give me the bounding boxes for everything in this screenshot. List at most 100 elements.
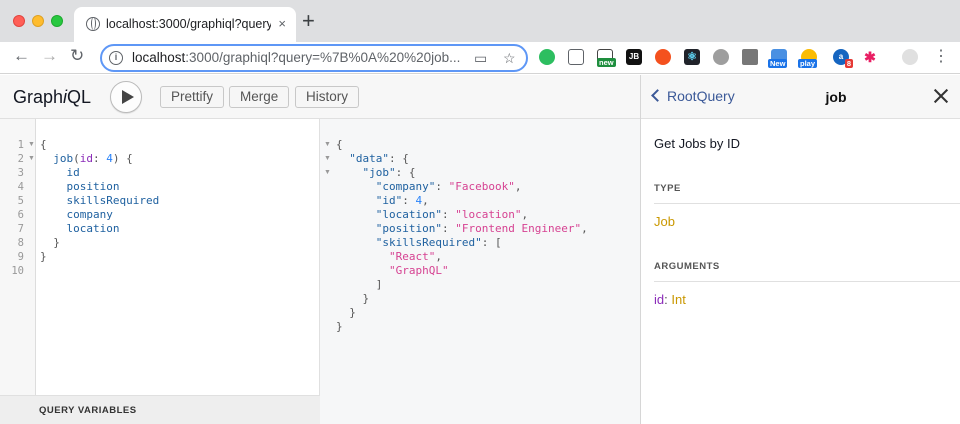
screen-extension-icon[interactable]: new bbox=[597, 49, 616, 67]
code-token: } bbox=[362, 292, 370, 305]
doc-description: Get Jobs by ID bbox=[654, 136, 740, 151]
a-extension-icon[interactable]: a8 bbox=[833, 49, 853, 68]
doc-arguments-divider bbox=[654, 281, 960, 282]
react-devtools-icon[interactable]: ⚛ bbox=[684, 49, 700, 65]
close-window-button[interactable] bbox=[13, 15, 25, 27]
new-tab-button[interactable]: + bbox=[302, 10, 315, 32]
result-line: "GraphQL" bbox=[336, 264, 449, 278]
result-line: "data": { bbox=[336, 152, 409, 166]
fold-arrow-icon[interactable]: ▼ bbox=[324, 138, 331, 152]
fold-arrow-icon[interactable]: ▼ bbox=[324, 166, 331, 180]
evernote-extension-icon[interactable] bbox=[539, 49, 555, 65]
result-line: "location": "location", bbox=[336, 208, 528, 222]
code-token: , bbox=[422, 194, 429, 207]
fold-arrow-icon[interactable]: ▼ bbox=[28, 138, 35, 152]
fold-arrow-icon[interactable]: ▼ bbox=[324, 152, 331, 166]
prettify-button[interactable]: Prettify bbox=[160, 86, 225, 108]
jetbrains-extension-icon[interactable]: JB bbox=[626, 49, 642, 65]
orange-extension-icon[interactable] bbox=[655, 49, 671, 65]
globe-icon bbox=[86, 17, 100, 31]
query-line[interactable]: id bbox=[40, 166, 79, 180]
result-line: "company": "Facebook", bbox=[336, 180, 522, 194]
code-token: ) { bbox=[112, 152, 133, 165]
profile-avatar[interactable] bbox=[902, 49, 918, 65]
code-token: id bbox=[79, 152, 93, 165]
play-extension-icon[interactable]: play bbox=[798, 49, 818, 68]
query-line[interactable]: position bbox=[40, 180, 119, 194]
bookmark-star-icon[interactable]: ☆ bbox=[503, 49, 516, 67]
doc-type-divider bbox=[654, 203, 960, 204]
line-number: 2 bbox=[17, 153, 24, 165]
doc-argument-type-link[interactable]: Int bbox=[671, 292, 685, 307]
browser-tab[interactable]: localhost:3000/graphiql?query × bbox=[74, 7, 296, 42]
query-line[interactable]: company bbox=[40, 208, 112, 222]
line-number: 7 bbox=[17, 223, 24, 235]
forward-arrow-icon[interactable]: → bbox=[41, 46, 58, 66]
result-line: } bbox=[336, 320, 343, 334]
address-bar[interactable]: i localhost:3000/graphiql?query=%7B%0A%2… bbox=[100, 44, 528, 72]
query-line[interactable]: } bbox=[40, 236, 60, 250]
code-token: "location" bbox=[375, 208, 442, 221]
result-line: } bbox=[336, 292, 370, 306]
doc-argument: id: Int bbox=[654, 292, 686, 307]
query-line[interactable]: { bbox=[40, 138, 47, 152]
code-token: "company" bbox=[375, 180, 436, 193]
doc-type-link[interactable]: Job bbox=[654, 214, 675, 229]
close-icon[interactable] bbox=[933, 88, 949, 104]
code-token: , bbox=[514, 180, 522, 193]
code-token: "Frontend Engineer" bbox=[455, 222, 582, 235]
site-info-icon[interactable]: i bbox=[109, 51, 123, 65]
line-number: 10 bbox=[11, 265, 24, 277]
query-line[interactable]: job(id: 4) { bbox=[40, 152, 133, 166]
result-line: "position": "Frontend Engineer", bbox=[336, 222, 588, 236]
graphiql-logo: GraphiQL bbox=[13, 87, 92, 107]
execute-query-button[interactable] bbox=[110, 81, 142, 113]
tab-title: localhost:3000/graphiql?query bbox=[106, 17, 271, 31]
maximize-window-button[interactable] bbox=[51, 15, 63, 27]
pocket-extension-icon[interactable] bbox=[568, 49, 584, 65]
query-line[interactable]: } bbox=[40, 250, 47, 264]
drive-extension-icon[interactable] bbox=[742, 49, 758, 65]
query-variables-bar[interactable]: QUERY VARIABLES bbox=[0, 395, 320, 424]
query-line[interactable]: location bbox=[40, 222, 119, 236]
line-number: 5 bbox=[17, 195, 24, 207]
code-token: "skillsRequired" bbox=[375, 236, 482, 249]
code-token: "Facebook" bbox=[448, 180, 515, 193]
query-variables-label: QUERY VARIABLES bbox=[39, 405, 137, 416]
grey-extension-icon[interactable] bbox=[713, 49, 729, 65]
star-extension-icon[interactable]: ✱ bbox=[862, 49, 878, 65]
code-token: : bbox=[402, 194, 416, 207]
graphiql-toolbar: GraphiQL Prettify Merge History bbox=[0, 75, 640, 119]
history-button[interactable]: History bbox=[295, 86, 360, 108]
code-token: : { bbox=[389, 152, 409, 165]
code-token: "id" bbox=[375, 194, 403, 207]
code-token: : bbox=[93, 152, 107, 165]
fold-arrow-icon[interactable]: ▼ bbox=[28, 152, 35, 166]
reload-icon[interactable]: ↻ bbox=[70, 46, 84, 66]
code-token: "GraphQL" bbox=[388, 264, 449, 277]
new-extension-icon[interactable]: New bbox=[768, 49, 788, 68]
cast-icon[interactable]: ▭ bbox=[474, 49, 487, 67]
code-token: , bbox=[581, 222, 588, 235]
code-token: "data" bbox=[349, 152, 389, 165]
code-token: : { bbox=[395, 166, 416, 179]
code-token: : bbox=[441, 208, 456, 221]
merge-button[interactable]: Merge bbox=[229, 86, 290, 108]
code-token: "React" bbox=[388, 250, 436, 263]
query-editor[interactable]: 1{2 job(id: 4) {3 id 4 position 5 skillsRe… bbox=[0, 119, 320, 424]
code-token: , bbox=[521, 208, 529, 221]
query-line[interactable]: skillsRequired bbox=[40, 194, 159, 208]
doc-arguments-section-title: ARGUMENTS bbox=[654, 261, 720, 272]
back-arrow-icon[interactable]: ← bbox=[13, 46, 30, 66]
result-viewer[interactable]: {▼ "data": {▼ "job": {▼ "company": "Face… bbox=[320, 119, 640, 424]
minimize-window-button[interactable] bbox=[32, 15, 44, 27]
code-token: ] bbox=[375, 278, 383, 291]
tab-close-icon[interactable]: × bbox=[278, 16, 286, 32]
address-url[interactable]: localhost:3000/graphiql?query=%7B%0A%20%… bbox=[132, 50, 467, 65]
result-line: "id": 4, bbox=[336, 194, 429, 208]
code-token: ( bbox=[73, 152, 80, 165]
code-token: } bbox=[336, 320, 343, 333]
code-token: } bbox=[349, 306, 356, 319]
result-line: } bbox=[336, 306, 356, 320]
browser-menu-icon[interactable]: ⋮ bbox=[933, 47, 949, 67]
